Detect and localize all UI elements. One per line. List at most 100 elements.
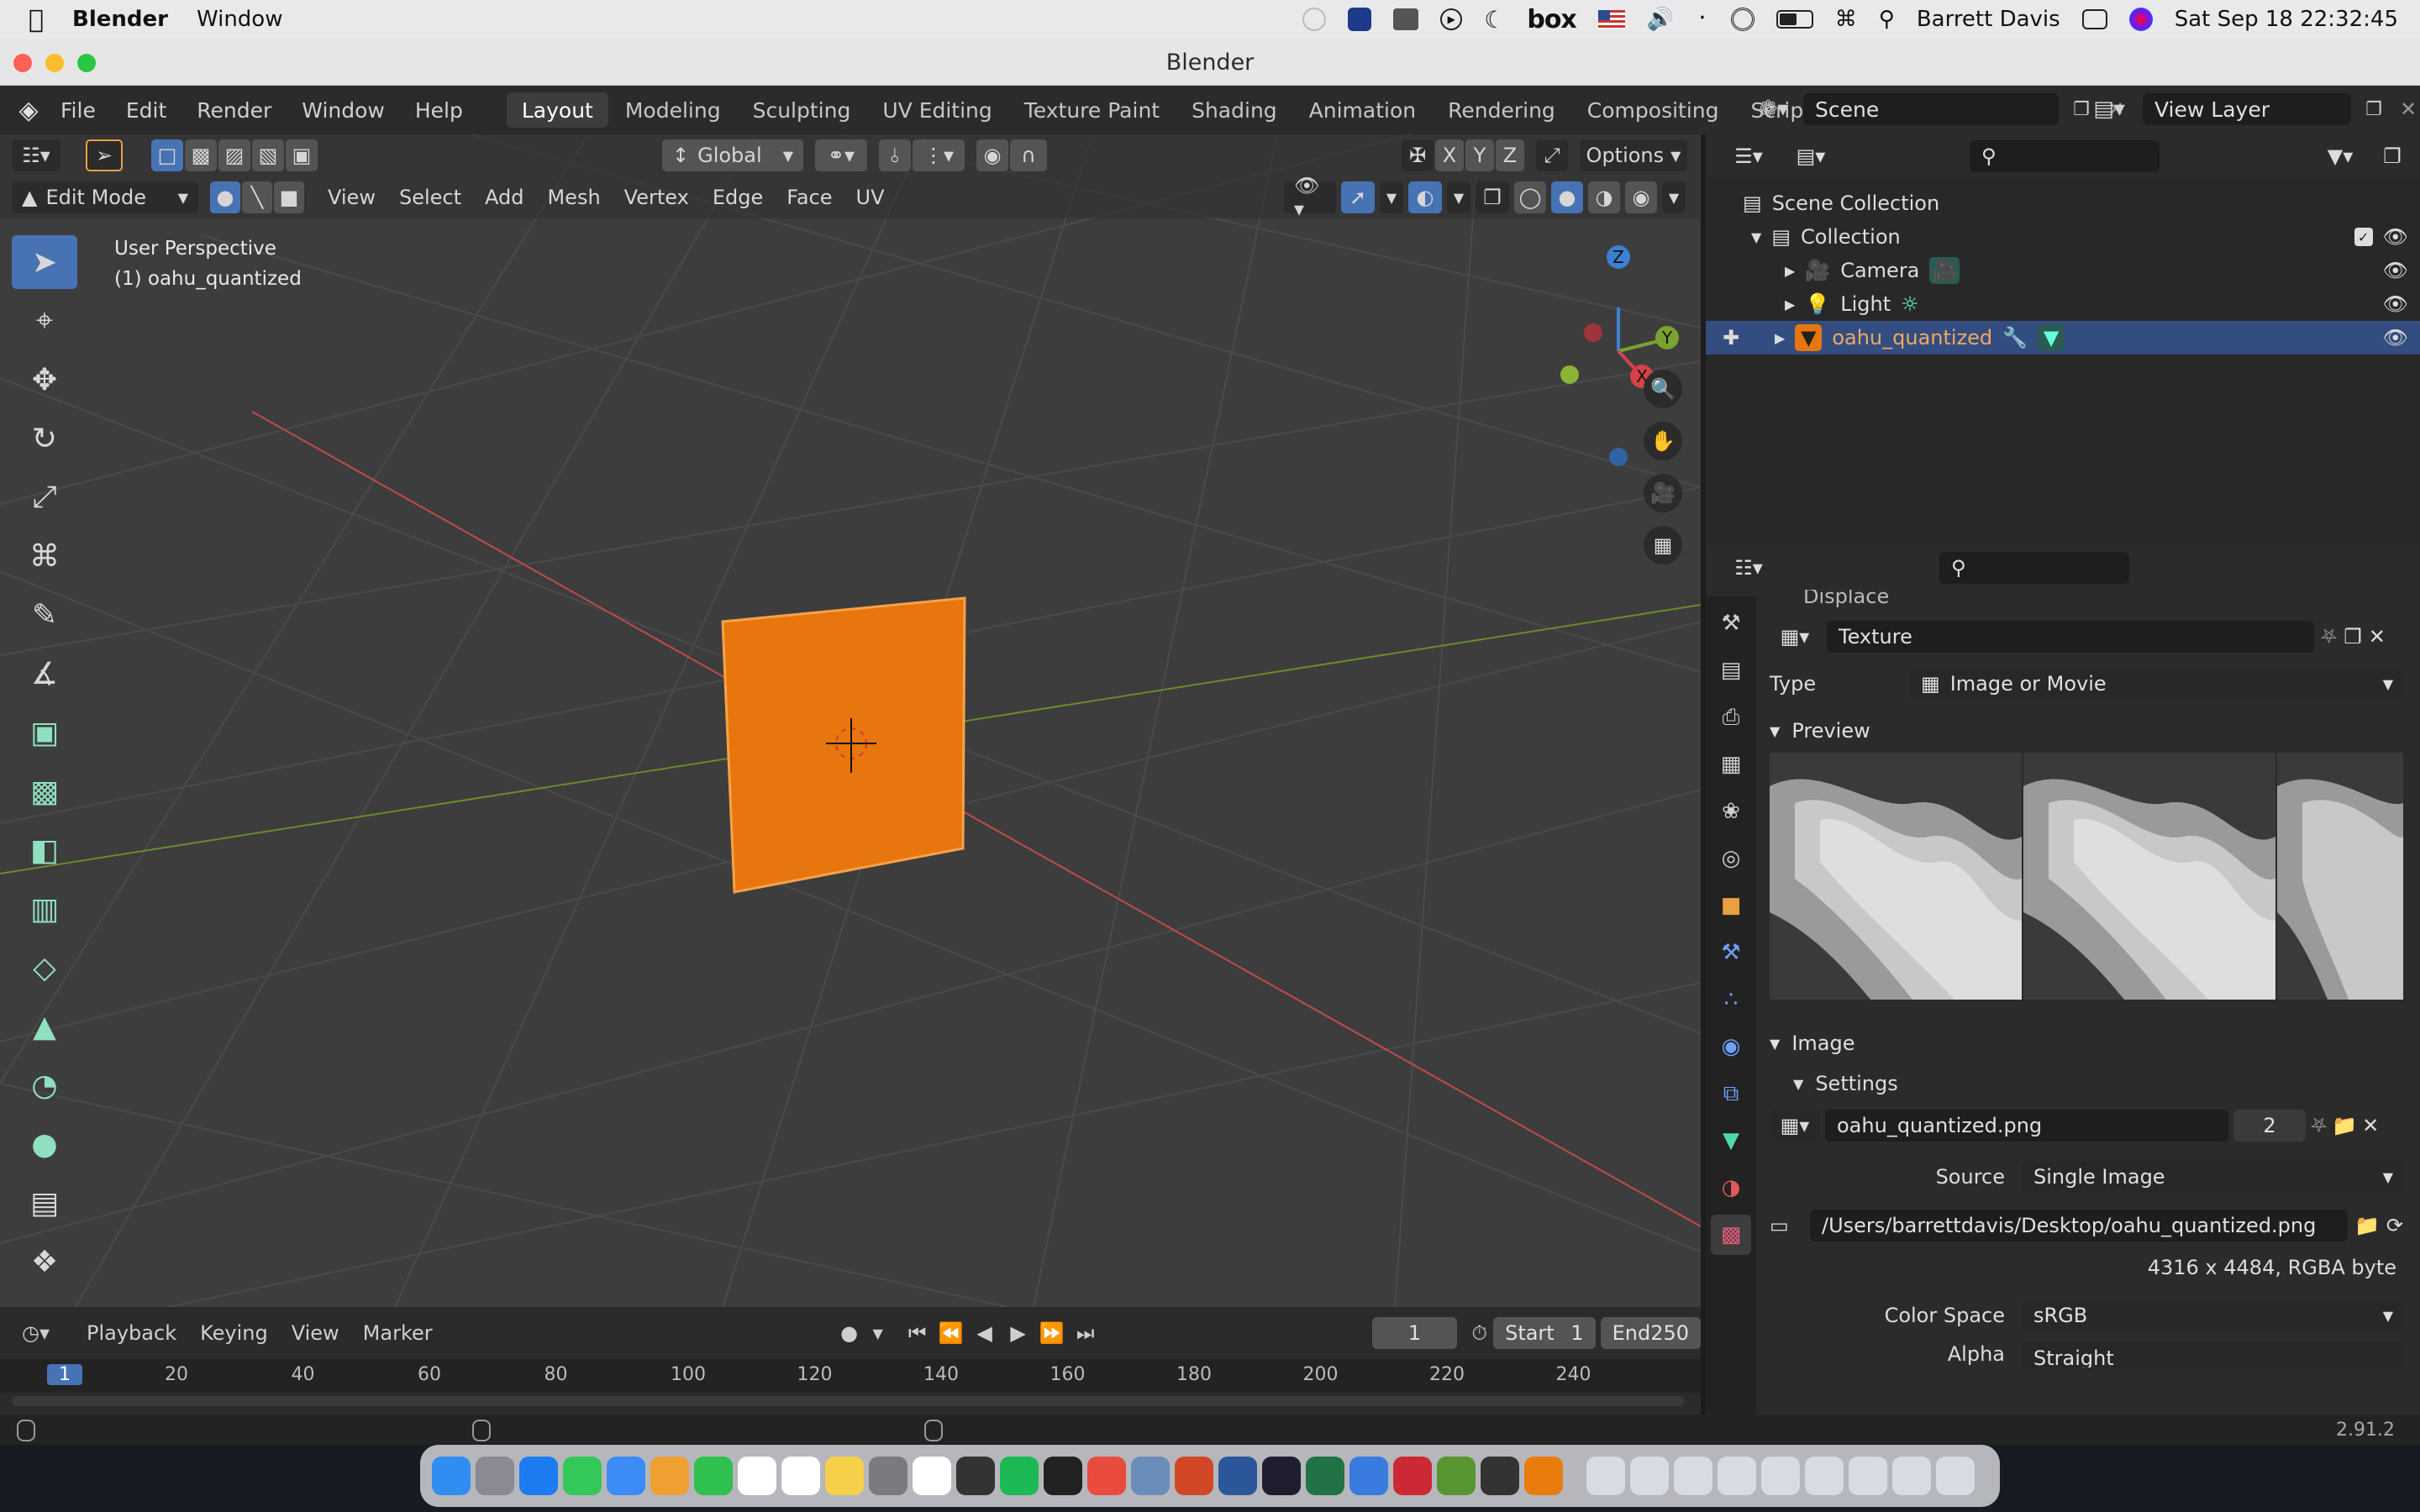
record-keyframe-icon[interactable]: ● bbox=[832, 1317, 866, 1349]
outliner[interactable]: ☰▾ ▤▾ ⚲ ▼▾ ❐ ▤ Scene Collection ▼ ▤ Coll… bbox=[1706, 134, 2420, 546]
data-tab-icon[interactable]: ▼ bbox=[1711, 1121, 1751, 1161]
bevel-icon[interactable]: ◧ bbox=[12, 823, 77, 877]
type-dropdown[interactable]: ▦ Image or Movie ▼ bbox=[1909, 668, 2405, 700]
outliner-search-input[interactable]: ⚲ bbox=[1970, 140, 2160, 172]
unlink-icon[interactable]: ✕ bbox=[2362, 1114, 2379, 1137]
current-frame-marker[interactable]: 1 bbox=[47, 1364, 82, 1385]
tab-modeling[interactable]: Modeling bbox=[610, 92, 736, 128]
battery-icon[interactable] bbox=[1776, 10, 1813, 29]
siri-icon[interactable] bbox=[2128, 8, 2153, 31]
inkscape-icon[interactable] bbox=[1481, 1457, 1519, 1495]
menu-edit[interactable]: Edit bbox=[111, 98, 182, 123]
select-invert-icon[interactable]: ▧ bbox=[252, 139, 284, 171]
scene-tab-icon[interactable]: ❀ bbox=[1711, 791, 1751, 832]
pan-hand-icon[interactable]: ✋ bbox=[1644, 422, 1682, 460]
extrude-region-icon[interactable]: ▣ bbox=[12, 706, 77, 759]
window-icon[interactable] bbox=[1718, 1457, 1756, 1495]
settings-subpanel-header[interactable]: ▼ Settings bbox=[1770, 1065, 2413, 1102]
object-tab-icon[interactable]: ■ bbox=[1711, 885, 1751, 926]
expand-arrow-icon[interactable]: ▶ bbox=[1785, 297, 1795, 312]
menubar-user-name[interactable]: Barrett Davis bbox=[1917, 7, 2060, 32]
measure-icon[interactable]: ∡ bbox=[12, 647, 77, 701]
fake-user-icon[interactable]: ⛧ bbox=[2311, 1114, 2327, 1137]
tab-compositing[interactable]: Compositing bbox=[1572, 92, 1734, 128]
blender-logo-icon[interactable]: ◈ bbox=[12, 93, 45, 127]
play-reverse-icon[interactable]: ◀ bbox=[968, 1317, 1001, 1349]
material-tab-icon[interactable]: ◑ bbox=[1711, 1168, 1751, 1208]
face-select-icon[interactable]: ■ bbox=[274, 181, 304, 213]
tab-uv-editing[interactable]: UV Editing bbox=[867, 92, 1007, 128]
bluetooth-icon[interactable]: ᛫ bbox=[1696, 7, 1709, 32]
alpha-dropdown[interactable]: Straight bbox=[2022, 1342, 2405, 1368]
window-icon[interactable] bbox=[1630, 1457, 1669, 1495]
timeline-menu-view[interactable]: View bbox=[280, 1321, 351, 1345]
vertex-select-icon[interactable]: ● bbox=[210, 181, 240, 213]
image-users-count[interactable]: 2 bbox=[2233, 1110, 2306, 1142]
new-collection-icon[interactable]: ❐ bbox=[2376, 140, 2408, 172]
visibility-eye-icon[interactable]: 👁 bbox=[2383, 225, 2408, 249]
viewport-menu-face[interactable]: Face bbox=[775, 186, 844, 209]
gizmo-dropdown-icon[interactable]: ▼ bbox=[1380, 181, 1403, 213]
next-keyframe-icon[interactable]: ⏩ bbox=[1035, 1317, 1068, 1349]
modifier-wrench-icon[interactable]: 🔧 bbox=[2002, 326, 2028, 349]
open-folder-icon[interactable]: 📁 bbox=[2332, 1114, 2357, 1137]
viewport-menu-view[interactable]: View bbox=[316, 186, 387, 209]
window-icon[interactable] bbox=[1761, 1457, 1800, 1495]
edit-mode-toggle-icon[interactable]: ✚ bbox=[1723, 326, 1765, 349]
finder-icon[interactable] bbox=[432, 1457, 471, 1495]
mirror-z-button[interactable]: Z bbox=[1496, 139, 1524, 171]
tab-texture-paint[interactable]: Texture Paint bbox=[1009, 92, 1175, 128]
viewport-menu-add[interactable]: Add bbox=[473, 186, 535, 209]
tab-animation[interactable]: Animation bbox=[1294, 92, 1431, 128]
scale-icon[interactable]: ⤢ bbox=[12, 470, 77, 524]
window-icon[interactable] bbox=[1805, 1457, 1844, 1495]
filter-icon[interactable]: ▼▾ bbox=[2314, 140, 2366, 172]
constraints-tab-icon[interactable]: ⧉ bbox=[1711, 1074, 1751, 1114]
image-name-field[interactable]: oahu_quantized.png bbox=[1825, 1110, 2228, 1142]
outliner-item-oahu-quantized[interactable]: ✚ ▶ ▼ oahu_quantized 🔧 ▼ 👁 bbox=[1706, 321, 2420, 354]
mail-icon[interactable] bbox=[607, 1457, 645, 1495]
outliner-item-camera[interactable]: ▶ 🎥 Camera 🎥 👁 bbox=[1706, 254, 2420, 287]
annotate-icon[interactable]: ✎ bbox=[12, 588, 77, 642]
menubar-datetime[interactable]: Sat Sep 18 22:32:45 bbox=[2175, 7, 2398, 32]
rendered-shading-icon[interactable]: ◉ bbox=[1625, 181, 1657, 213]
photos-icon[interactable] bbox=[650, 1457, 689, 1495]
expand-arrow-icon[interactable]: ▶ bbox=[1785, 263, 1795, 279]
current-frame-field[interactable]: 1 bbox=[1371, 1317, 1458, 1349]
cursor-icon[interactable]: ⌖ bbox=[12, 294, 77, 348]
scene-collection-row[interactable]: ▤ Scene Collection bbox=[1706, 186, 2420, 220]
gizmo-toggle-icon[interactable]: ➚ bbox=[1341, 181, 1375, 213]
control-center-icon[interactable] bbox=[2081, 9, 2107, 29]
solid-shading-icon[interactable]: ● bbox=[1551, 181, 1583, 213]
overlay-toggle-icon[interactable]: ◐ bbox=[1408, 181, 1442, 213]
light-data-icon[interactable]: ☼ bbox=[1901, 292, 1919, 316]
proportional-editing-icon[interactable]: ◉ bbox=[976, 139, 1008, 171]
media-play-icon[interactable]: ▶ bbox=[1440, 8, 1463, 30]
visibility-eye-icon[interactable]: 👁 bbox=[2383, 292, 2408, 316]
select-extend-icon[interactable]: ▩ bbox=[185, 139, 217, 171]
transform-orientation-dropdown[interactable]: ↕ Global ▼ bbox=[662, 139, 803, 171]
window-icon[interactable] bbox=[1674, 1457, 1712, 1495]
texture-tab-icon[interactable]: ▩ bbox=[1711, 1215, 1751, 1255]
collection-row[interactable]: ▼ ▤ Collection ✓ 👁 bbox=[1706, 220, 2420, 254]
expand-arrow-icon[interactable]: ▶ bbox=[1775, 330, 1785, 346]
davinci-icon[interactable] bbox=[956, 1457, 995, 1495]
auto-merge-icon[interactable]: ⤢ bbox=[1536, 139, 1568, 171]
terminal-icon[interactable] bbox=[1044, 1457, 1082, 1495]
smooth-icon[interactable]: ● bbox=[12, 1117, 77, 1171]
menu-window[interactable]: Window bbox=[287, 98, 400, 123]
launchpad-icon[interactable] bbox=[476, 1457, 514, 1495]
material-shading-icon[interactable]: ◑ bbox=[1588, 181, 1620, 213]
volume-icon[interactable]: 🔊 bbox=[1647, 7, 1674, 32]
menubar-window[interactable]: Window bbox=[197, 7, 283, 32]
tab-layout[interactable]: Layout bbox=[506, 92, 608, 128]
gizmo-neg-x-icon[interactable] bbox=[1584, 323, 1602, 342]
menubar-app-name[interactable]: Blender bbox=[72, 7, 168, 32]
reminders-icon[interactable] bbox=[781, 1457, 820, 1495]
modifier-tab-icon[interactable]: ⚒ bbox=[1711, 932, 1751, 973]
view-layer-tab-icon[interactable]: ▦ bbox=[1711, 744, 1751, 785]
excel-icon[interactable] bbox=[1306, 1457, 1344, 1495]
timeline-menu-playback[interactable]: Playback bbox=[75, 1321, 188, 1345]
prev-keyframe-icon[interactable]: ⏪ bbox=[934, 1317, 967, 1349]
loop-cut-icon[interactable]: ▥ bbox=[12, 882, 77, 936]
